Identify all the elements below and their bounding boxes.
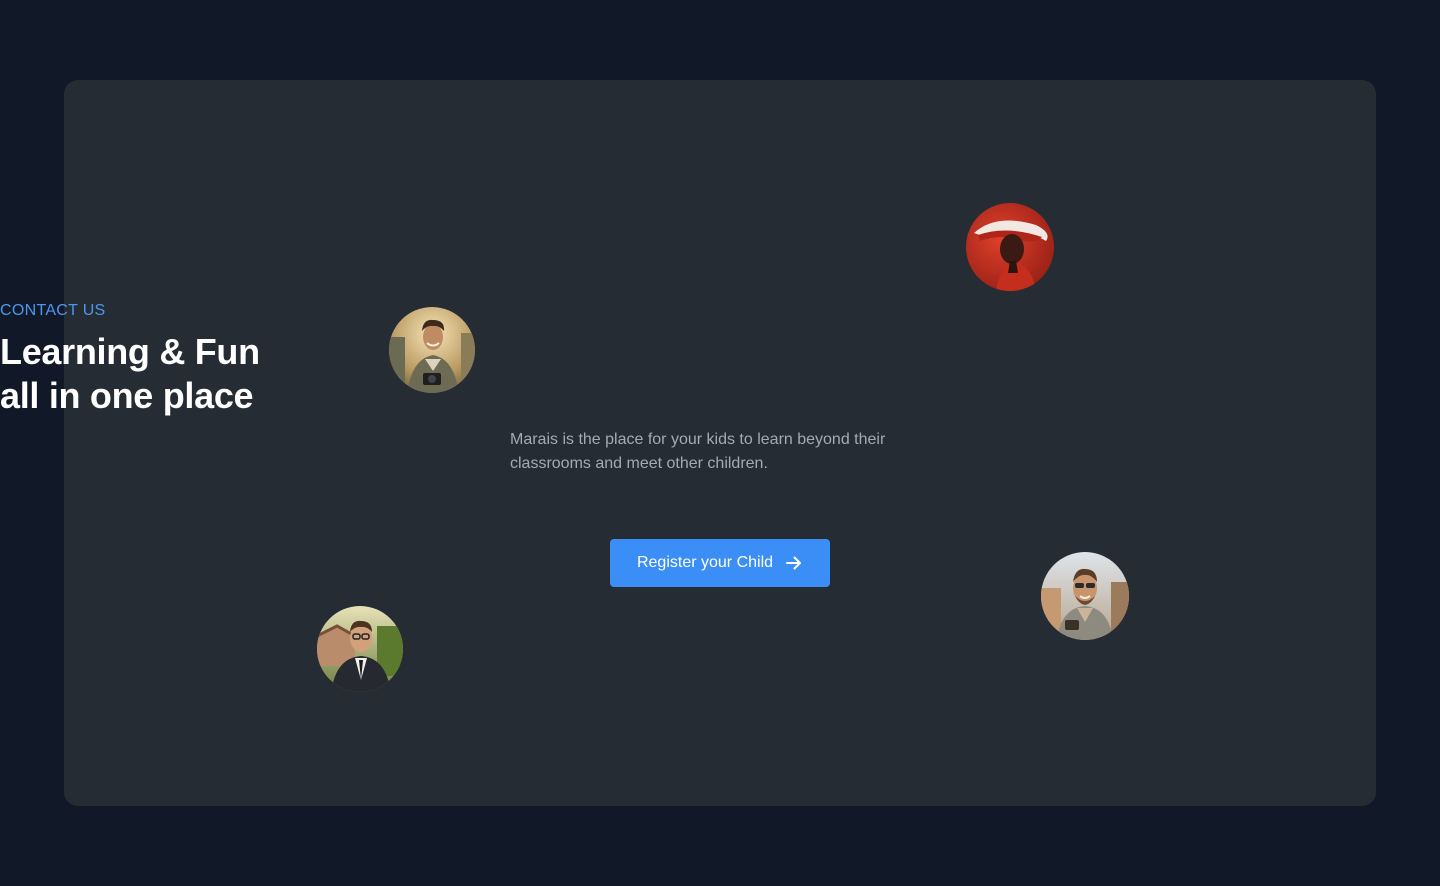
arrow-right-icon bbox=[786, 556, 802, 570]
headline-line-2: all in one place bbox=[0, 375, 254, 416]
avatar-woman-red-hat bbox=[966, 203, 1054, 291]
register-child-label: Register your Child bbox=[636, 554, 774, 571]
avatar-man-suit bbox=[317, 606, 403, 692]
headline-line-1: Learning & Fun bbox=[0, 331, 260, 372]
hero-description: Marais is the place for your kids to lea… bbox=[510, 431, 886, 472]
avatar-man-sunglasses bbox=[1041, 552, 1129, 640]
eyebrow-label: CONTACT US bbox=[0, 302, 106, 319]
register-child-button[interactable]: Register your Child bbox=[610, 539, 830, 587]
avatar-man-camera bbox=[389, 307, 475, 393]
page-title: Learning & Fun all in one place bbox=[0, 330, 1440, 418]
